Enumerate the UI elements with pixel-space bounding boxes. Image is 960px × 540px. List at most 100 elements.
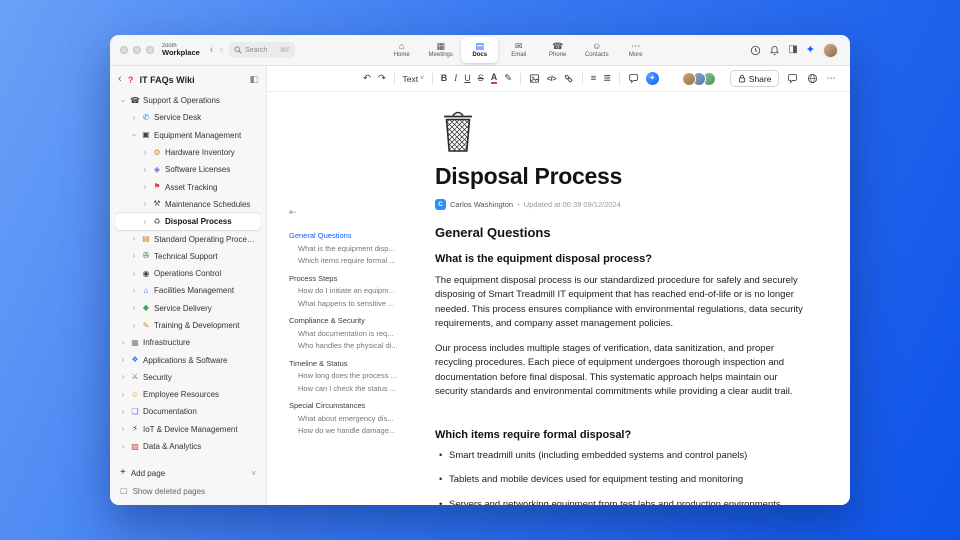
outline-item[interactable]: What about emergency dis...	[289, 413, 415, 426]
close-window-button[interactable]	[120, 46, 128, 54]
more-options-button[interactable]: ⋯	[827, 74, 837, 84]
sidebar-page-item[interactable]: ◉ Operations Control	[116, 265, 260, 282]
sidebar-page-item[interactable]: ✎ Training & Development	[116, 317, 260, 334]
sidebar-page-item[interactable]: ☎ Support & Operations	[116, 92, 260, 109]
italic-button[interactable]: I	[454, 74, 457, 83]
outline-item[interactable]: What is the equipment disp...	[289, 243, 415, 256]
chat-button[interactable]	[787, 73, 798, 84]
show-deleted-pages-button[interactable]: ▢ Show deleted pages	[116, 483, 260, 499]
outline-item[interactable]: General Questions	[289, 230, 415, 243]
outline-item[interactable]: Timeline & Status	[289, 358, 415, 371]
outline-item[interactable]: Process Steps	[289, 273, 415, 286]
outline-item[interactable]: What documentation is req...	[289, 328, 415, 341]
text-style-dropdown[interactable]: Text ˅	[403, 74, 425, 84]
sidebar-page-item[interactable]: ☺ Employee Resources	[116, 386, 260, 403]
insert-link-button[interactable]	[563, 73, 574, 84]
sidebar-page-item[interactable]: ◆ Service Delivery	[116, 300, 260, 317]
document-body[interactable]: Disposal Process C Carlos Washington • U…	[421, 92, 850, 505]
undo-button[interactable]: ↶	[363, 74, 371, 84]
text-color-button[interactable]: A	[490, 73, 498, 84]
language-globe-button[interactable]	[807, 73, 818, 84]
wiki-title[interactable]: IT FAQs Wiki	[140, 75, 246, 85]
code-block-button[interactable]: </>	[547, 75, 557, 83]
outline-item[interactable]: How do we handle damage...	[289, 425, 415, 438]
chevron-icon[interactable]	[130, 114, 138, 122]
wiki-panel-icon[interactable]: ◧	[249, 74, 258, 85]
back-icon[interactable]: ‹	[118, 74, 122, 85]
outline-item[interactable]: How do I initiate an equipm...	[289, 285, 415, 298]
outline-item[interactable]: What happens to sensitive ...	[289, 298, 415, 311]
chevron-icon[interactable]	[119, 425, 127, 433]
collaborator-avatar[interactable]	[681, 71, 696, 86]
ai-companion-button[interactable]: ✦	[645, 72, 659, 85]
chevron-icon[interactable]	[119, 339, 127, 347]
nav-tab[interactable]: ☺ Contacts	[578, 37, 615, 63]
collapse-outline-icon[interactable]: ⇤	[289, 207, 297, 218]
chevron-icon[interactable]	[119, 443, 127, 451]
clock-icon[interactable]	[750, 45, 761, 56]
sidebar-page-item[interactable]: ⚡ IoT & Device Management	[116, 421, 260, 438]
chevron-icon[interactable]	[130, 252, 138, 260]
underline-button[interactable]: U	[464, 74, 471, 83]
align-button[interactable]: ≣	[603, 74, 611, 84]
chevron-icon[interactable]	[119, 373, 127, 381]
chevron-icon[interactable]	[119, 391, 127, 399]
nav-tab[interactable]: ▦ Meetings	[422, 37, 459, 63]
sidebar-page-item[interactable]: ▧ Data & Analytics	[116, 438, 260, 455]
outline-item[interactable]: Compliance & Security	[289, 315, 415, 328]
chevron-icon[interactable]	[130, 304, 138, 312]
minimize-window-button[interactable]	[133, 46, 141, 54]
nav-tab[interactable]: ☎ Phone	[539, 37, 576, 63]
chevron-icon[interactable]	[130, 270, 138, 278]
highlight-button[interactable]: ✎	[504, 74, 512, 84]
outline-item[interactable]: How can I check the status ...	[289, 383, 415, 396]
sidebar-page-item[interactable]: ▦ Infrastructure	[116, 334, 260, 351]
chevron-icon[interactable]	[130, 287, 138, 295]
bullet-list-button[interactable]: ≡	[591, 74, 597, 84]
side-panel-icon[interactable]: ◨	[788, 45, 797, 55]
sidebar-page-item[interactable]: ⚑ Asset Tracking	[116, 178, 260, 195]
sidebar-page-item[interactable]: ❖ Applications & Software	[116, 351, 260, 368]
maximize-window-button[interactable]	[146, 46, 154, 54]
chevron-icon[interactable]	[119, 97, 127, 105]
chevron-icon[interactable]	[141, 166, 149, 174]
share-button[interactable]: Share	[729, 70, 780, 87]
chevron-icon[interactable]	[141, 218, 149, 226]
notifications-bell-icon[interactable]	[769, 45, 780, 56]
global-search-input[interactable]: Search ⌘F	[229, 42, 296, 58]
outline-item[interactable]: How long does the process ...	[289, 370, 415, 383]
strikethrough-button[interactable]: S	[478, 74, 484, 83]
comment-button[interactable]	[628, 73, 639, 84]
sidebar-page-item[interactable]: ◈ Software Licenses	[116, 161, 260, 178]
chevron-icon[interactable]	[130, 322, 138, 330]
history-back-button[interactable]: ‹	[207, 44, 217, 56]
chevron-icon[interactable]	[141, 200, 149, 208]
sidebar-page-item[interactable]: ✆ Service Desk	[116, 109, 260, 126]
nav-tab[interactable]: ⌂ Home	[383, 37, 420, 63]
insert-image-button[interactable]	[529, 73, 540, 84]
chevron-icon[interactable]	[130, 131, 138, 139]
nav-tab[interactable]: ✉ Email	[500, 37, 537, 63]
chevron-icon[interactable]	[119, 408, 127, 416]
outline-item[interactable]: Which items require formal ...	[289, 255, 415, 268]
outline-item[interactable]: Special Circumstances	[289, 400, 415, 413]
history-forward-button[interactable]: ›	[216, 44, 226, 56]
sidebar-page-item[interactable]: ♻ Disposal Process	[116, 213, 260, 231]
chevron-icon[interactable]	[130, 235, 138, 243]
sidebar-page-item[interactable]: ▤ Standard Operating Procedures	[116, 230, 260, 247]
ai-companion-icon[interactable]: ✦	[806, 44, 815, 56]
chevron-icon[interactable]	[141, 183, 149, 191]
nav-tab[interactable]: ⋯ More	[617, 37, 654, 63]
chevron-icon[interactable]	[141, 149, 149, 157]
user-avatar[interactable]	[823, 42, 838, 58]
outline-item[interactable]: Who handles the physical di...	[289, 340, 415, 353]
nav-tab[interactable]: ▤ Docs	[461, 37, 499, 63]
sidebar-page-item[interactable]: ❏ Documentation	[116, 403, 260, 420]
sidebar-page-item[interactable]: ⚒ Maintenance Schedules	[116, 196, 260, 213]
redo-button[interactable]: ↷	[378, 74, 386, 84]
bold-button[interactable]: B	[441, 74, 448, 83]
chevron-icon[interactable]	[119, 356, 127, 364]
sidebar-page-item[interactable]: ✇ Technical Support	[116, 248, 260, 265]
sidebar-page-item[interactable]: ⌂ Facilities Management	[116, 282, 260, 299]
sidebar-page-item[interactable]: ▣ Equipment Management	[116, 127, 260, 144]
